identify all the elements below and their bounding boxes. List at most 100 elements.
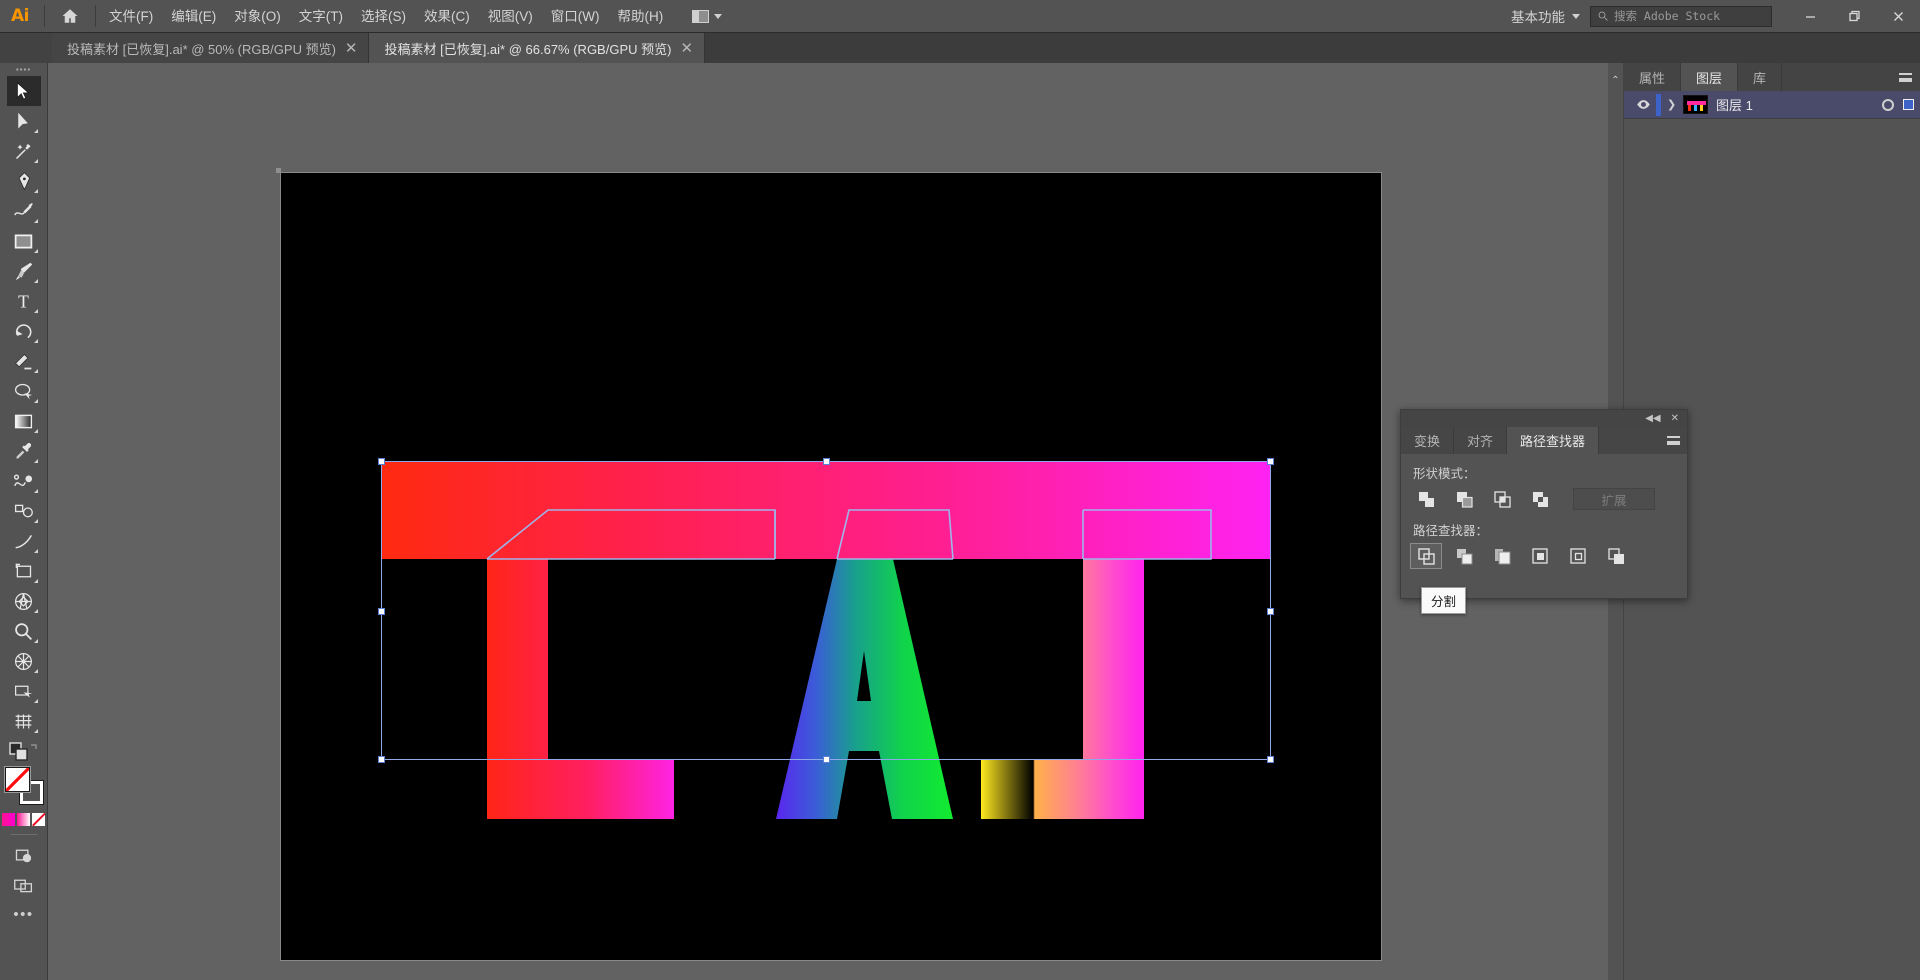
tool-direct-selection[interactable] (7, 106, 41, 136)
eye-icon[interactable] (1630, 97, 1656, 112)
target-circle-icon[interactable] (1882, 98, 1894, 111)
menu-item-file[interactable]: 文件(F) (100, 0, 162, 33)
tool-gradient[interactable] (7, 406, 41, 436)
close-icon[interactable]: ✕ (1671, 413, 1679, 424)
tab-pathfinder[interactable]: 路径查找器 (1507, 427, 1600, 454)
tool-magic-wand[interactable] (7, 136, 41, 166)
tool-line-segment[interactable] (7, 526, 41, 556)
panel-menu-icon[interactable] (1890, 63, 1920, 91)
menu-item-select[interactable]: 选择(S) (352, 0, 415, 33)
maximize-restore-button[interactable] (1832, 0, 1876, 33)
minus-front-icon[interactable] (1449, 487, 1479, 511)
document-tab-2[interactable]: 投稿素材 [已恢复].ai* @ 66.67% (RGB/GPU 预览) ✕ (369, 33, 706, 63)
gradient-button[interactable] (16, 813, 30, 826)
selection-indicator[interactable] (1903, 99, 1914, 110)
tab-libraries[interactable]: 库 (1738, 63, 1783, 91)
tool-symbol-sprayer[interactable] (7, 496, 41, 526)
tool-flyout-indicator (33, 699, 38, 703)
tools-panel-grip[interactable]: ▪▪▪▪ (0, 63, 47, 76)
trim-icon[interactable] (1449, 544, 1479, 568)
paintbrush-icon (15, 262, 33, 280)
right-panel-tabs: 属性 图层 库 (1624, 63, 1920, 91)
none-button[interactable] (31, 813, 45, 826)
tool-selection[interactable] (6, 76, 41, 106)
layer-row[interactable]: ❯ 图层 1 (1624, 91, 1920, 119)
collapse-to-icons-icon[interactable]: ◀◀ (1645, 413, 1660, 424)
edit-toolbar-icon[interactable]: ••• (13, 906, 33, 923)
tool-shaper[interactable] (7, 376, 41, 406)
swap-fill-stroke-icon[interactable] (8, 742, 39, 762)
document-tab-1[interactable]: 投稿素材 [已恢复].ai* @ 50% (RGB/GPU 预览) ✕ (52, 33, 370, 63)
letter-l (487, 559, 674, 819)
outline-icon[interactable] (1563, 544, 1593, 568)
tool-paintbrush[interactable] (7, 256, 41, 286)
tool-slice[interactable] (7, 676, 41, 706)
swap-and-default-row (0, 742, 47, 762)
tool-eraser[interactable] (7, 346, 41, 376)
close-button[interactable] (1876, 0, 1920, 33)
close-icon[interactable]: ✕ (680, 41, 693, 56)
fill-swatch[interactable] (3, 766, 31, 793)
crop-icon[interactable] (1525, 544, 1555, 568)
tool-flyout-indicator (33, 639, 38, 643)
pathfinder-titlebar[interactable]: ◀◀ ✕ (1401, 410, 1687, 427)
tool-flyout-indicator (33, 189, 38, 193)
tool-eyedropper[interactable] (7, 436, 41, 466)
divide-icon[interactable] (1410, 543, 1442, 569)
menu-item-help[interactable]: 帮助(H) (608, 0, 672, 33)
menu-item-window[interactable]: 窗口(W) (542, 0, 609, 33)
tool-pen[interactable] (7, 166, 41, 196)
tool-gradient-mesh[interactable] (7, 706, 41, 736)
tab-transform[interactable]: 变换 (1401, 427, 1455, 454)
menu-item-object[interactable]: 对象(O) (225, 0, 290, 33)
fill-stroke-swatches[interactable] (3, 766, 44, 806)
drawing-mode-button[interactable] (7, 840, 41, 870)
tab-bar-lead (0, 33, 52, 63)
shape-builder-icon (15, 652, 32, 670)
merge-icon[interactable] (1487, 544, 1517, 568)
magic-wand-icon (15, 143, 31, 159)
menu-item-type[interactable]: 文字(T) (290, 0, 352, 33)
type-icon: T (18, 291, 29, 311)
arrange-documents-button[interactable] (686, 0, 728, 33)
tool-zoom[interactable] (7, 616, 41, 646)
canvas-area[interactable]: ▲ ▼ (48, 63, 1623, 980)
tool-blend[interactable] (7, 466, 41, 496)
screen-mode-button[interactable] (7, 870, 41, 900)
tab-properties[interactable]: 属性 (1624, 63, 1682, 91)
panel-menu-icon[interactable] (1659, 427, 1687, 454)
tool-artboard[interactable] (7, 556, 41, 586)
home-icon[interactable] (49, 0, 91, 33)
tool-perspective-grid[interactable] (7, 586, 41, 616)
menu-item-edit[interactable]: 编辑(E) (162, 0, 225, 33)
tool-type[interactable]: T (7, 286, 41, 316)
artwork-laj[interactable] (281, 173, 1381, 960)
document-tab-1-title: 投稿素材 [已恢复].ai* @ 50% (RGB/GPU 预览) (67, 41, 336, 57)
close-icon[interactable]: ✕ (345, 41, 358, 56)
stock-search-input[interactable]: 搜索 Adobe Stock (1590, 5, 1772, 27)
color-button[interactable] (1, 813, 15, 826)
rotate-icon (15, 323, 32, 338)
layer-thumbnail (1683, 95, 1708, 114)
tool-shape-builder[interactable] (7, 646, 41, 676)
minus-back-icon[interactable] (1601, 544, 1631, 568)
workspace-switcher-label[interactable]: 基本功能 (1511, 6, 1565, 26)
chevron-down-icon[interactable] (1572, 13, 1580, 19)
minimize-button[interactable] (1788, 0, 1832, 33)
unite-icon[interactable] (1411, 487, 1441, 511)
tool-curvature[interactable] (7, 196, 41, 226)
tool-rectangle[interactable] (7, 226, 41, 256)
tool-flyout-indicator (33, 159, 38, 163)
layer-name[interactable]: 图层 1 (1716, 95, 1882, 114)
menu-item-effect[interactable]: 效果(C) (415, 0, 479, 33)
tab-align[interactable]: 对齐 (1454, 427, 1508, 454)
pathfinder-panel[interactable]: ◀◀ ✕ 变换 对齐 路径查找器 形状模式： 扩展 路径查找器： (1400, 409, 1688, 599)
menu-bar-right: 基本功能 搜索 Adobe Stock (1511, 0, 1920, 33)
tab-layers[interactable]: 图层 (1681, 63, 1739, 91)
artboard[interactable] (276, 168, 1382, 961)
menu-item-view[interactable]: 视图(V) (479, 0, 542, 33)
tool-rotate[interactable] (7, 316, 41, 346)
exclude-icon[interactable] (1525, 487, 1555, 511)
chevron-right-icon[interactable]: ❯ (1667, 98, 1683, 111)
intersect-icon[interactable] (1487, 487, 1517, 511)
